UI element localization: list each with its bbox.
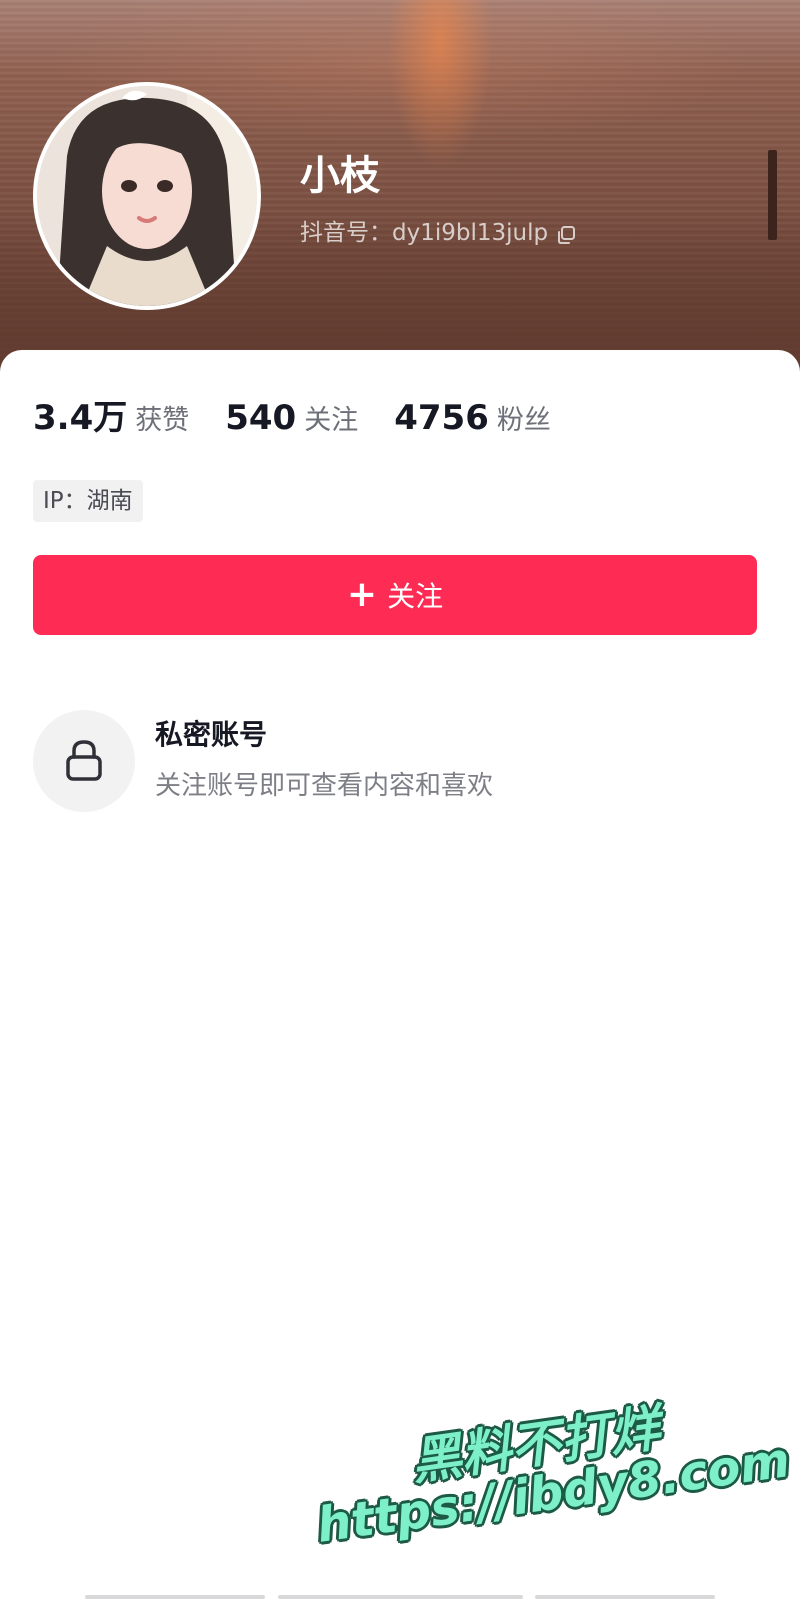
stat-likes-value: 3.4万 <box>33 398 128 438</box>
douyin-id-row[interactable]: 抖音号：dy1i9bl13julp <box>300 218 576 248</box>
profile-page: 小枝 抖音号：dy1i9bl13julp 3.4万 获赞 540 关注 4756… <box>0 0 800 1605</box>
private-account-title: 私密账号 <box>155 718 268 751</box>
lock-icon-container <box>33 710 135 812</box>
stat-following-label: 关注 <box>304 405 359 436</box>
private-account-description: 关注账号即可查看内容和喜欢 <box>155 771 494 801</box>
profile-card: 3.4万 获赞 540 关注 4756 粉丝 IP：湖南 + 关注 私密账号 关… <box>0 350 800 1605</box>
stat-followers[interactable]: 4756 粉丝 <box>394 398 551 438</box>
follow-button[interactable]: + 关注 <box>33 555 757 635</box>
stat-following[interactable]: 540 关注 <box>225 398 358 438</box>
username: 小枝 <box>300 153 380 199</box>
stat-likes[interactable]: 3.4万 获赞 <box>33 390 189 439</box>
follow-button-label: 关注 <box>387 580 444 613</box>
pier-post <box>768 150 777 240</box>
stat-followers-value: 4756 <box>394 398 489 438</box>
lock-icon <box>66 740 102 781</box>
copy-icon[interactable] <box>556 223 576 244</box>
ip-location-tag: IP：湖南 <box>33 480 143 522</box>
stat-following-value: 540 <box>225 398 297 438</box>
bottom-indicator-segment <box>85 1595 265 1599</box>
bottom-indicator <box>85 1595 715 1599</box>
douyin-id: 抖音号：dy1i9bl13julp <box>300 220 549 246</box>
stat-followers-label: 粉丝 <box>496 405 551 436</box>
bottom-indicator-segment <box>535 1595 715 1599</box>
avatar[interactable] <box>33 82 261 310</box>
stat-likes-label: 获赞 <box>135 405 190 436</box>
avatar-image <box>37 86 257 306</box>
bottom-indicator-segment <box>277 1595 523 1599</box>
private-account-notice: 私密账号 关注账号即可查看内容和喜欢 <box>33 710 757 814</box>
plus-icon: + <box>346 574 378 615</box>
stats-row: 3.4万 获赞 540 关注 4756 粉丝 <box>33 390 587 439</box>
